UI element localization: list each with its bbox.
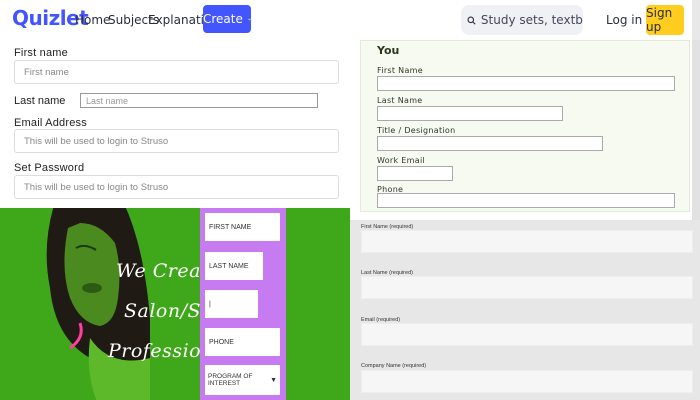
c-first-name-field[interactable]: FIRST NAME <box>205 213 280 241</box>
last-name-field[interactable]: Last name <box>80 93 318 108</box>
email-label: Email Address <box>14 117 87 129</box>
search-input[interactable]: Study sets, textbooks, ... <box>461 5 583 35</box>
b-first-name-field[interactable] <box>377 76 675 91</box>
b-title-field[interactable] <box>377 136 603 151</box>
c-email-field[interactable]: | <box>205 290 258 318</box>
search-icon <box>467 16 476 25</box>
password-field[interactable]: This will be used to login to Struso <box>14 175 339 199</box>
salon-form: FIRST NAME LAST NAME | PHONE PROGRAM OF … <box>200 208 286 400</box>
b-work-email-label: Work Email <box>377 156 425 165</box>
signup-button[interactable]: Sign up <box>646 5 684 35</box>
nav-link-home[interactable]: Home <box>75 13 110 27</box>
d-email-field[interactable] <box>361 323 693 346</box>
b-work-email-field[interactable] <box>377 166 453 181</box>
required-form-panel: First Name (required) Last Name (require… <box>350 220 700 400</box>
top-nav: Quizlet Home Subjects Explanations Creat… <box>0 0 700 40</box>
b-phone-field[interactable] <box>377 193 675 208</box>
b-last-name-label: Last Name <box>377 96 423 105</box>
email-field[interactable]: This will be used to login to Struso <box>14 129 339 153</box>
salon-form-panel: We Create Salon/Spa Professionals FIRST … <box>0 208 350 400</box>
login-link[interactable]: Log in <box>606 13 642 27</box>
b-first-name-label: First Name <box>377 66 423 75</box>
c-phone-field[interactable]: PHONE <box>205 328 280 356</box>
c-last-name-field[interactable]: LAST NAME <box>205 252 263 280</box>
create-button[interactable]: Create <box>203 5 251 33</box>
d-first-name-field[interactable] <box>361 230 693 253</box>
side-scrollbar[interactable] <box>692 40 700 220</box>
d-company-field[interactable] <box>361 370 693 393</box>
create-button-label: Create <box>203 12 243 26</box>
search-placeholder: Study sets, textbooks, ... <box>480 13 583 27</box>
program-select-label: PROGRAM OF INTEREST <box>208 373 253 387</box>
scrollbar[interactable] <box>692 0 700 40</box>
signup-form-a: First name First name Last name Last nam… <box>0 40 350 208</box>
password-label: Set Password <box>14 162 85 174</box>
first-name-field[interactable]: First name <box>14 60 339 84</box>
program-select[interactable]: PROGRAM OF INTEREST ▼ <box>205 365 280 395</box>
d-last-name-field[interactable] <box>361 276 693 299</box>
first-name-label: First name <box>14 47 68 59</box>
b-last-name-field[interactable] <box>377 106 563 121</box>
d-company-label: Company Name (required) <box>361 363 427 369</box>
b-title-label: Title / Designation <box>377 126 456 135</box>
signup-form-b: You First Name Last Name Title / Designa… <box>360 40 690 212</box>
form-b-title: You <box>377 44 400 57</box>
last-name-label: Last name <box>14 95 66 107</box>
dropdown-arrow-icon: ▼ <box>270 376 277 384</box>
chevron-down-icon <box>248 18 251 20</box>
